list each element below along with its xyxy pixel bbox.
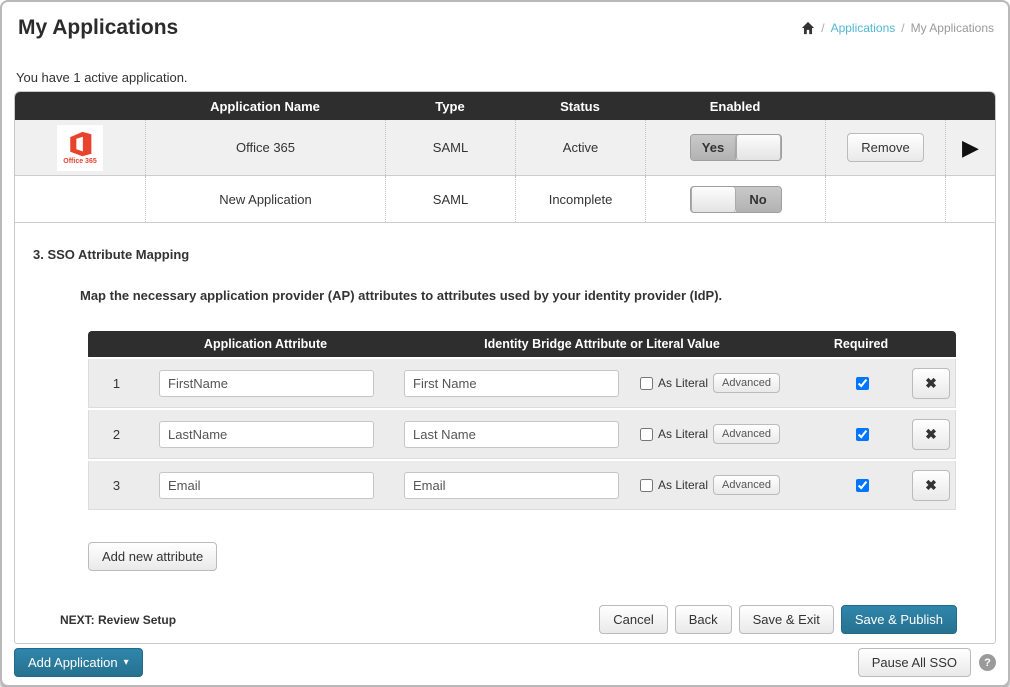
application-type: SAML bbox=[385, 120, 515, 175]
required-checkbox[interactable] bbox=[856, 428, 869, 441]
delete-attribute-button[interactable]: ✖ bbox=[912, 419, 950, 450]
next-step-label: NEXT: Review Setup bbox=[60, 613, 176, 627]
application-attribute-input[interactable] bbox=[159, 421, 374, 448]
identity-bridge-attribute-input[interactable] bbox=[404, 472, 619, 499]
column-header-application-name: Application Name bbox=[145, 99, 385, 114]
toggle-label: No bbox=[736, 187, 781, 212]
page-title: My Applications bbox=[18, 16, 178, 40]
breadcrumb-separator: / bbox=[821, 21, 824, 35]
sso-attribute-mapping-section: 3. SSO Attribute Mapping Map the necessa… bbox=[15, 223, 995, 634]
app-window: My Applications / Applications / My Appl… bbox=[0, 0, 1010, 687]
as-literal-label: As Literal bbox=[658, 478, 708, 492]
column-header-enabled: Enabled bbox=[645, 99, 825, 114]
section-description: Map the necessary application provider (… bbox=[80, 288, 995, 303]
add-new-attribute-button[interactable]: Add new attribute bbox=[88, 542, 217, 571]
as-literal-checkbox[interactable] bbox=[640, 479, 653, 492]
application-status: Active bbox=[515, 120, 645, 175]
column-header-status: Status bbox=[515, 99, 645, 114]
toggle-knob bbox=[736, 135, 781, 160]
home-icon[interactable] bbox=[801, 21, 815, 35]
toggle-knob bbox=[691, 187, 736, 212]
applications-table-header: Application Name Type Status Enabled bbox=[15, 92, 995, 120]
cancel-button[interactable]: Cancel bbox=[599, 605, 667, 634]
column-header-type: Type bbox=[385, 99, 515, 114]
advanced-button[interactable]: Advanced bbox=[713, 475, 780, 495]
as-literal-label: As Literal bbox=[658, 376, 708, 390]
back-button[interactable]: Back bbox=[675, 605, 732, 634]
pause-all-sso-button[interactable]: Pause All SSO bbox=[858, 648, 971, 677]
breadcrumb-current: My Applications bbox=[911, 21, 994, 35]
attribute-table-header: Application Attribute Identity Bridge At… bbox=[88, 331, 956, 357]
required-checkbox[interactable] bbox=[856, 479, 869, 492]
applications-panel: Application Name Type Status Enabled Off… bbox=[14, 91, 996, 644]
office-365-logo-label: Office 365 bbox=[63, 158, 96, 165]
attribute-row-2: 2 As Literal Advanced ✖ bbox=[88, 410, 956, 459]
identity-bridge-attribute-input[interactable] bbox=[404, 370, 619, 397]
enabled-toggle-office-365[interactable]: Yes bbox=[690, 134, 782, 161]
section-heading: 3. SSO Attribute Mapping bbox=[33, 247, 995, 262]
required-checkbox[interactable] bbox=[856, 377, 869, 390]
add-application-label: Add Application bbox=[28, 655, 118, 670]
office-365-logo: Office 365 bbox=[57, 125, 103, 171]
attribute-row-3: 3 As Literal Advanced ✖ bbox=[88, 461, 956, 510]
advanced-button[interactable]: Advanced bbox=[713, 424, 780, 444]
wizard-actions: NEXT: Review Setup Cancel Back Save & Ex… bbox=[60, 605, 957, 634]
row-number: 2 bbox=[89, 427, 144, 442]
chevron-down-icon: ▾ bbox=[124, 657, 129, 668]
application-status: Incomplete bbox=[515, 176, 645, 222]
row-number: 3 bbox=[89, 478, 144, 493]
delete-attribute-button[interactable]: ✖ bbox=[912, 368, 950, 399]
advanced-button[interactable]: Advanced bbox=[713, 373, 780, 393]
attribute-mapping-table: Application Attribute Identity Bridge At… bbox=[88, 331, 956, 510]
column-header-application-attribute: Application Attribute bbox=[143, 337, 388, 351]
save-exit-button[interactable]: Save & Exit bbox=[739, 605, 834, 634]
toggle-label: Yes bbox=[691, 135, 736, 160]
application-attribute-input[interactable] bbox=[159, 370, 374, 397]
save-publish-button[interactable]: Save & Publish bbox=[841, 605, 957, 634]
breadcrumb-separator: / bbox=[901, 21, 904, 35]
identity-bridge-attribute-input[interactable] bbox=[404, 421, 619, 448]
column-header-required: Required bbox=[816, 337, 906, 351]
page-header: My Applications / Applications / My Appl… bbox=[14, 12, 996, 40]
column-header-identity-bridge-attribute: Identity Bridge Attribute or Literal Val… bbox=[388, 337, 816, 351]
application-name: New Application bbox=[145, 176, 385, 222]
page-footer: Add Application ▾ Pause All SSO ? bbox=[14, 648, 996, 677]
attribute-row-1: 1 As Literal Advanced ✖ bbox=[88, 359, 956, 408]
application-type: SAML bbox=[385, 176, 515, 222]
delete-attribute-button[interactable]: ✖ bbox=[912, 470, 950, 501]
breadcrumb-link-applications[interactable]: Applications bbox=[831, 21, 896, 35]
as-literal-label: As Literal bbox=[658, 427, 708, 441]
active-application-summary: You have 1 active application. bbox=[16, 70, 996, 85]
application-name: Office 365 bbox=[145, 120, 385, 175]
add-application-button[interactable]: Add Application ▾ bbox=[14, 648, 143, 677]
remove-button[interactable]: Remove bbox=[847, 133, 923, 162]
as-literal-checkbox[interactable] bbox=[640, 428, 653, 441]
help-icon[interactable]: ? bbox=[979, 654, 996, 671]
table-row-new-application: New Application SAML Incomplete No bbox=[15, 176, 995, 223]
table-row-office-365: Office 365 Office 365 SAML Active Yes Re… bbox=[15, 120, 995, 176]
enabled-toggle-new-application[interactable]: No bbox=[690, 186, 782, 213]
application-attribute-input[interactable] bbox=[159, 472, 374, 499]
breadcrumb: / Applications / My Applications bbox=[801, 21, 994, 35]
expand-arrow-icon[interactable]: ▶ bbox=[962, 137, 979, 159]
row-number: 1 bbox=[89, 376, 144, 391]
as-literal-checkbox[interactable] bbox=[640, 377, 653, 390]
